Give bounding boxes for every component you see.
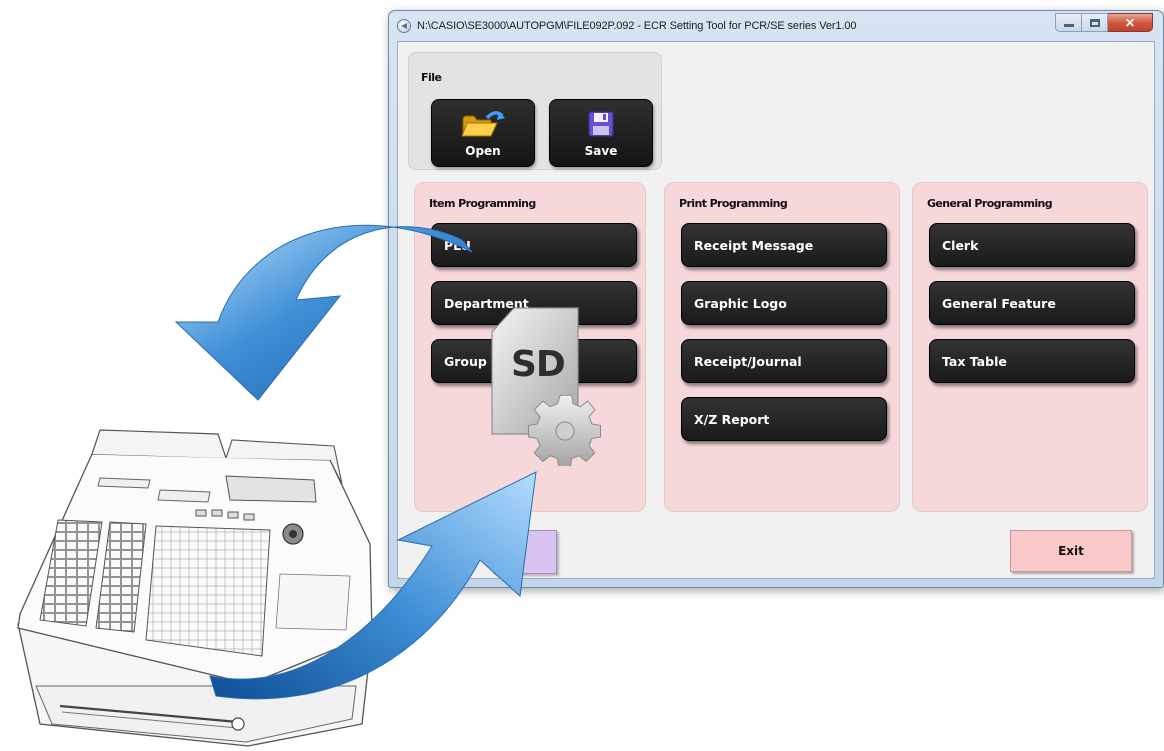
- open-button[interactable]: Open: [431, 99, 535, 167]
- window-title: N:\CASIO\SE3000\AUTOPGM\FILE092P.092 - E…: [417, 20, 857, 32]
- receipt-journal-button[interactable]: Receipt/Journal: [681, 339, 887, 383]
- sd-card-gear-icon: SD: [490, 306, 620, 468]
- lilac-button[interactable]: [493, 530, 557, 574]
- receipt-message-button[interactable]: Receipt Message: [681, 223, 887, 267]
- exit-button[interactable]: Exit: [1010, 530, 1132, 572]
- graphic-logo-button[interactable]: Graphic Logo: [681, 281, 887, 325]
- maximize-button[interactable]: [1082, 13, 1108, 32]
- sd-card-shape: [491, 307, 602, 468]
- close-button[interactable]: ✕: [1108, 13, 1153, 32]
- window-controls: ✕: [1055, 13, 1153, 32]
- plu-button[interactable]: PLU: [431, 223, 637, 267]
- general-programming-group: General Programming Clerk General Featur…: [912, 182, 1148, 512]
- title-bar[interactable]: N:\CASIO\SE3000\AUTOPGM\FILE092P.092 - E…: [389, 11, 1163, 41]
- open-folder-icon: [461, 111, 505, 137]
- minimize-icon: [1063, 24, 1074, 27]
- open-button-label: Open: [465, 144, 501, 158]
- app-window: N:\CASIO\SE3000\AUTOPGM\FILE092P.092 - E…: [388, 10, 1164, 588]
- save-button-label: Save: [584, 144, 618, 158]
- print-programming-title: Print Programming: [679, 197, 788, 210]
- maximize-icon: [1089, 18, 1100, 27]
- clerk-button[interactable]: Clerk: [929, 223, 1135, 267]
- stage: N:\CASIO\SE3000\AUTOPGM\FILE092P.092 - E…: [0, 0, 1164, 751]
- minimize-button[interactable]: [1055, 13, 1082, 32]
- close-icon: ✕: [1124, 15, 1136, 30]
- xz-report-button[interactable]: X/Z Report: [681, 397, 887, 441]
- general-feature-button[interactable]: General Feature: [929, 281, 1135, 325]
- item-programming-title: Item Programming: [429, 197, 536, 210]
- app-icon: [397, 19, 411, 33]
- tax-table-button[interactable]: Tax Table: [929, 339, 1135, 383]
- file-group: File Open Save: [408, 52, 662, 170]
- sd-card-label: SD: [511, 344, 566, 385]
- file-group-title: File: [421, 71, 442, 84]
- save-button[interactable]: Save: [549, 99, 653, 167]
- save-disk-icon: [588, 111, 614, 137]
- cash-register-icon: [17, 429, 373, 747]
- print-programming-group: Print Programming Receipt Message Graphi…: [664, 182, 900, 512]
- general-programming-title: General Programming: [927, 197, 1053, 210]
